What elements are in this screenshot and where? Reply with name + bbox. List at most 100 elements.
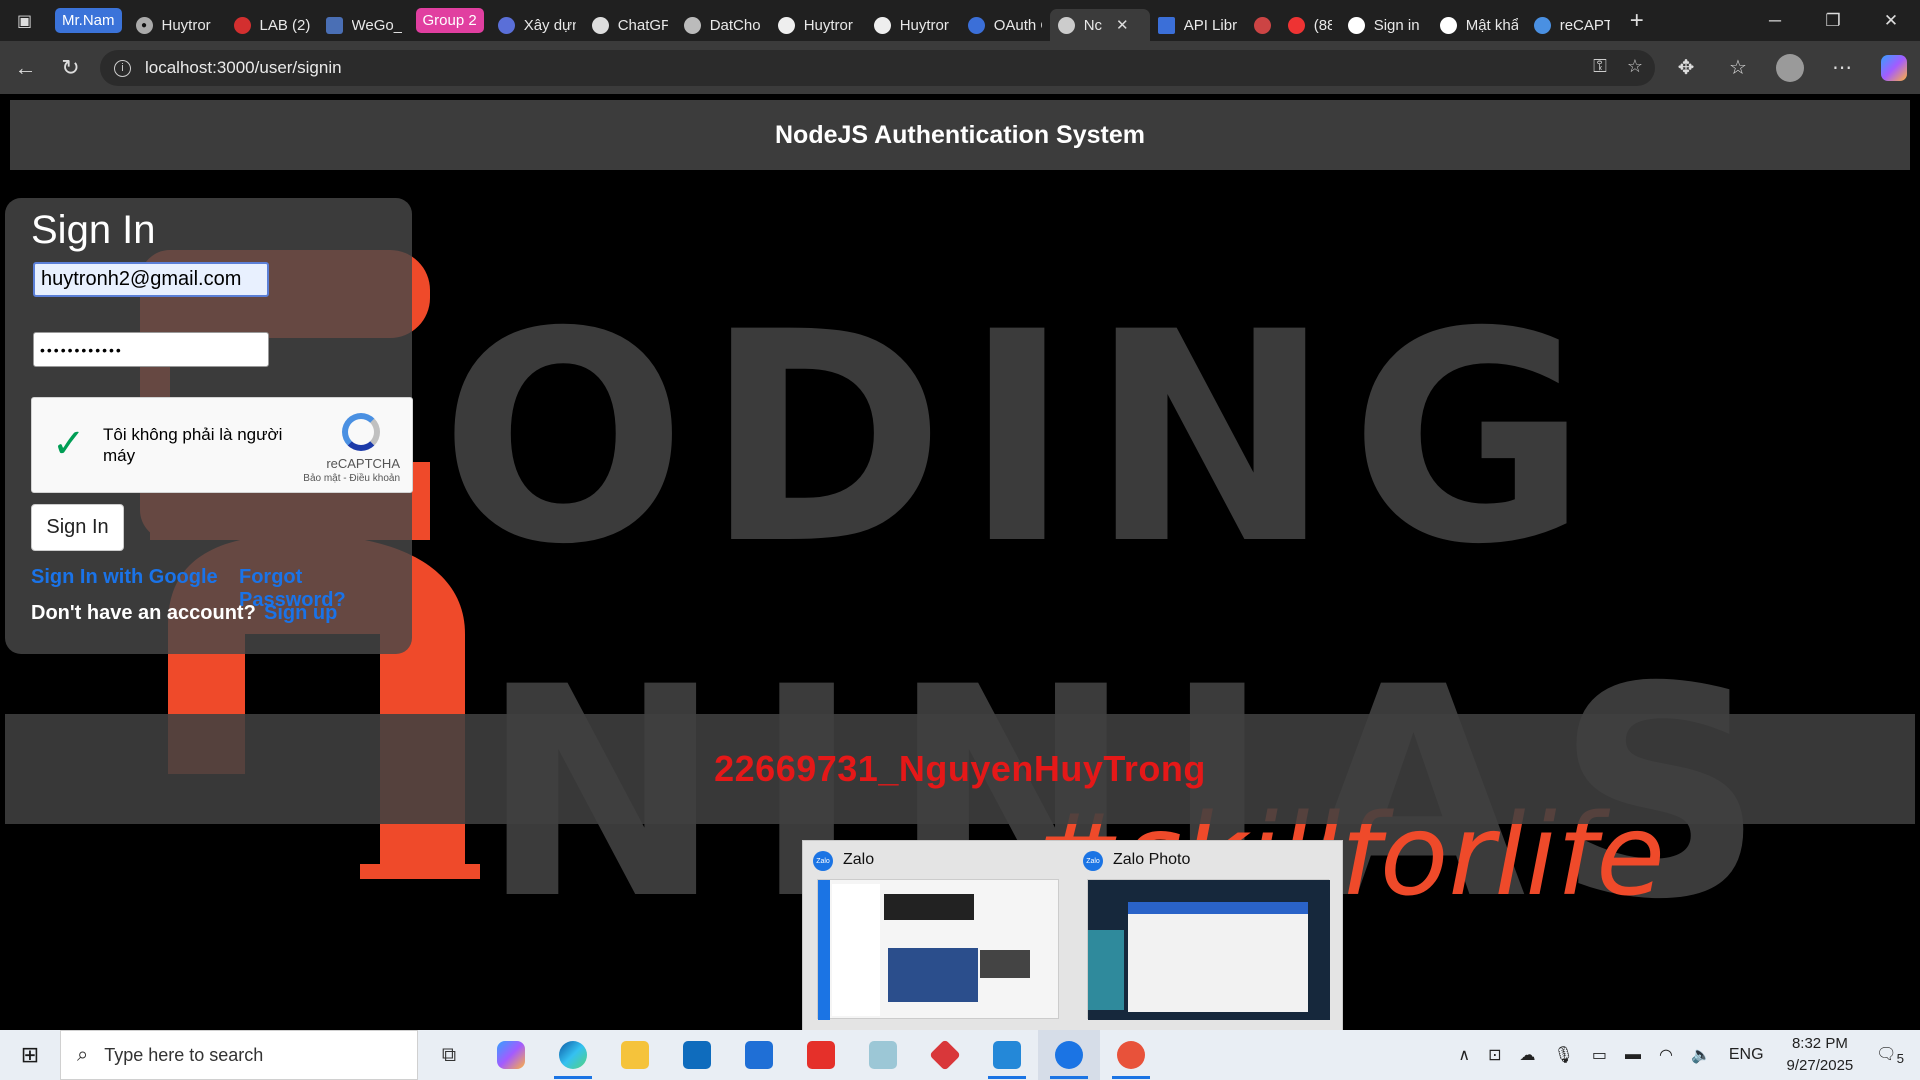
preview-zalo[interactable]: Zalo Zalo (803, 841, 1063, 1031)
app-icon (497, 16, 515, 34)
browser-tools: ✥ ☆ ⋯ (1660, 41, 1920, 94)
api-icon (1157, 16, 1175, 34)
key-icon[interactable]: ⚿ (1593, 56, 1607, 77)
tab-item[interactable]: Huytror (866, 9, 960, 41)
star-icon[interactable]: ☆ (1627, 56, 1643, 77)
tab-item[interactable]: Xây dựn (490, 9, 584, 41)
tab-item[interactable]: API Libr (1150, 9, 1246, 41)
github-icon (873, 16, 891, 34)
tab-item[interactable]: DatCho (676, 9, 770, 41)
signin-button[interactable]: Sign In (31, 504, 124, 551)
app-red-icon[interactable] (914, 1030, 976, 1080)
app-paint-icon[interactable] (1100, 1030, 1162, 1080)
windows-start-icon[interactable]: ⊞ (0, 1042, 60, 1068)
signup-link[interactable]: Sign up (264, 602, 337, 625)
google-icon (1347, 16, 1365, 34)
tab-item[interactable]: ChatGP (584, 9, 676, 41)
taskbar-search[interactable]: ⌕ Type here to search (60, 1030, 418, 1080)
preview-title: Zalo Photo (1113, 851, 1191, 868)
email-field[interactable]: huytronh2@gmail.com (33, 262, 269, 297)
outlook-icon[interactable] (666, 1030, 728, 1080)
preview-thumbnail[interactable] (817, 879, 1059, 1020)
zalo-photo-thumbnail-graphic (1088, 880, 1330, 1020)
preview-thumbnail[interactable] (1087, 879, 1330, 1020)
zalo-thumbnail-graphic (818, 880, 1030, 1020)
tab-item[interactable]: Mật khẩ (1432, 9, 1526, 41)
clock-time: 8:32 PM (1791, 1035, 1848, 1052)
password-field[interactable]: •••••••••••• (33, 332, 269, 367)
language-indicator[interactable]: ENG (1729, 1046, 1764, 1064)
notification-icon[interactable]: 🗨5 (1876, 1044, 1904, 1066)
battery-icon[interactable]: ▬ (1625, 1046, 1641, 1064)
checkmark-icon[interactable]: ✓ (52, 424, 86, 464)
back-icon[interactable]: ← (3, 41, 48, 94)
github-icon: ● (135, 16, 153, 34)
preview-zalo-photo[interactable]: Zalo Zalo Photo (1073, 841, 1333, 1031)
tab-group-group2[interactable]: Group 2 (415, 8, 484, 33)
more-icon[interactable]: ⋯ (1816, 55, 1868, 80)
tab-item[interactable]: reCAPT( (1526, 9, 1618, 41)
zalo-icon: Zalo (813, 851, 833, 871)
clock[interactable]: 8:32 PM 9/27/2025 (1787, 1033, 1854, 1077)
app-a-icon[interactable] (728, 1030, 790, 1080)
edge-icon[interactable] (542, 1030, 604, 1080)
recaptcha-icon (1533, 16, 1551, 34)
google-signin-link[interactable]: Sign In with Google (31, 566, 218, 589)
tab-item-active[interactable]: Nc ✕ (1049, 9, 1150, 41)
no-account-text: Don't have an account? (31, 602, 256, 624)
wps-icon[interactable] (790, 1030, 852, 1080)
tab-group-mrnam[interactable]: Mr.Nam (55, 8, 122, 33)
display-icon[interactable]: ▭ (1592, 1045, 1607, 1065)
copilot-taskbar-icon[interactable] (480, 1030, 542, 1080)
vscode-icon[interactable] (976, 1030, 1038, 1080)
url-text: localhost:3000/user/signin (145, 58, 342, 77)
tab-item[interactable]: Sign in (1340, 9, 1432, 41)
chevron-up-icon[interactable]: ∧ (1458, 1045, 1470, 1065)
task-view-icon[interactable]: ⧉ (418, 1030, 480, 1080)
captcha-label: Tôi không phải là người máy (103, 425, 283, 465)
recaptcha-logo-icon (342, 413, 380, 451)
zalo-taskbar-icon[interactable] (1038, 1030, 1100, 1080)
tab-item[interactable]: Huytror (770, 9, 866, 41)
tab-item[interactable]: OAuth C (960, 9, 1050, 41)
wifi-icon[interactable]: ◠ (1659, 1045, 1673, 1065)
onedrive-icon[interactable]: ☁ (1520, 1045, 1536, 1065)
preview-title: Zalo (843, 851, 875, 868)
google-icon (1439, 16, 1457, 34)
browser-tabstrip: ▣ Mr.Nam ●Huytror LAB (2). WeGo_u Group … (0, 0, 1920, 41)
meet-icon[interactable]: ⊡ (1488, 1045, 1501, 1065)
tab-item[interactable]: LAB (2). (226, 9, 318, 41)
bg-word-coding: ODING (440, 271, 1606, 608)
restore-icon[interactable]: ❐ (1804, 0, 1862, 41)
tab-item[interactable]: ● Huytror (128, 9, 226, 41)
shield-icon (967, 16, 985, 34)
search-placeholder: Type here to search (104, 1044, 264, 1065)
tab-item[interactable]: WeGo_u (318, 9, 410, 41)
mic-icon[interactable]: 🎙 (1554, 1045, 1574, 1065)
browser-toolbar: ← ↻ i localhost:3000/user/signin ⚿ ☆ ✥ ☆… (0, 41, 1920, 94)
app-icon (683, 16, 701, 34)
record-icon (1287, 16, 1305, 34)
site-info-icon[interactable]: i (114, 59, 131, 77)
close-window-icon[interactable]: ✕ (1862, 0, 1920, 41)
tab-item[interactable] (1246, 9, 1280, 41)
close-tab-icon[interactable]: ✕ (1116, 16, 1129, 34)
github-icon (777, 16, 795, 34)
new-tab-icon[interactable]: + (1618, 7, 1656, 35)
file-explorer-icon[interactable] (604, 1030, 666, 1080)
profile-avatar[interactable] (1776, 53, 1804, 82)
extensions-icon[interactable]: ✥ (1660, 55, 1712, 80)
app-book-icon[interactable] (852, 1030, 914, 1080)
copilot-icon[interactable] (1881, 54, 1907, 81)
footer-text: 22669731_NguyenHuyTrong (714, 748, 1206, 789)
address-bar[interactable]: i localhost:3000/user/signin ⚿ ☆ (100, 50, 1655, 86)
tab-actions-icon[interactable]: ▣ (0, 0, 49, 41)
tab-item[interactable]: (88 (1280, 9, 1340, 41)
favorites-icon[interactable]: ☆ (1712, 55, 1764, 80)
reload-icon[interactable]: ↻ (48, 41, 93, 94)
minimize-icon[interactable]: ─ (1746, 0, 1804, 41)
captcha-terms-link[interactable]: Bảo mật - Điều khoản (303, 473, 400, 484)
app-icon (1253, 16, 1271, 34)
volume-icon[interactable]: 🔈 (1691, 1045, 1711, 1065)
header-title: NodeJS Authentication System (775, 120, 1145, 149)
